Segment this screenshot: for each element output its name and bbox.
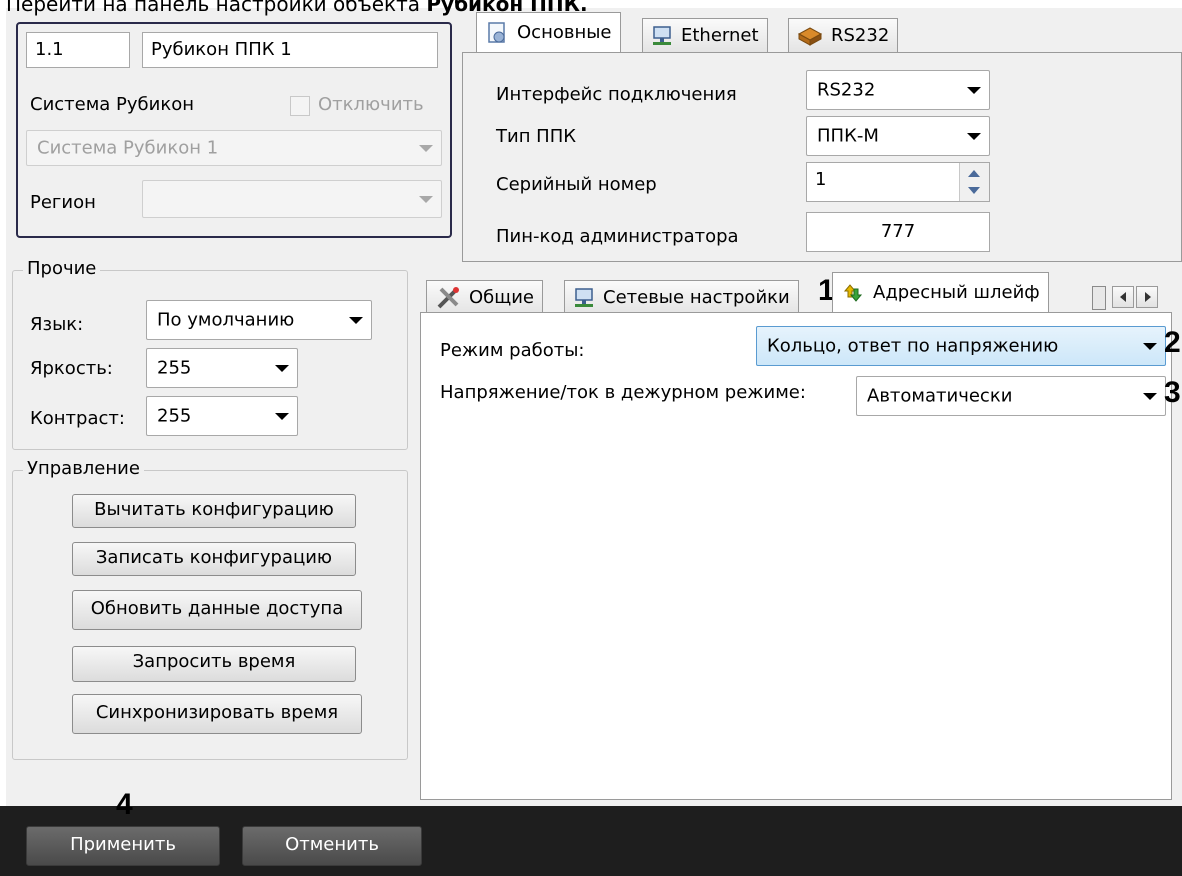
language-label: Язык: [30, 314, 84, 335]
serial-port-icon [797, 26, 823, 46]
ppk-type-select[interactable]: ППК-М [806, 116, 990, 156]
settings-page-icon [488, 21, 505, 43]
spin-down-icon [968, 187, 980, 194]
write-config-button[interactable]: Записать конфигурацию [72, 542, 356, 576]
apply-button[interactable]: Применить [26, 826, 220, 866]
mode-select[interactable]: Кольцо, ответ по напряжению [756, 326, 1166, 366]
brightness-select[interactable]: 255 [146, 348, 298, 388]
serial-label: Серийный номер [496, 174, 657, 195]
disable-label: Отключить [318, 94, 424, 115]
tools-icon [437, 286, 459, 308]
chevron-down-icon [349, 317, 363, 324]
region-label: Регион [30, 192, 96, 213]
network-icon [575, 287, 593, 307]
spin-up-icon [968, 170, 980, 177]
interface-select-value: RS232 [817, 79, 876, 101]
language-select-value: По умолчанию [157, 309, 295, 331]
ppk-type-select-value: ППК-М [817, 125, 879, 147]
tab-address-loop-label: Адресный шлейф [873, 282, 1040, 303]
language-select[interactable]: По умолчанию [146, 300, 372, 340]
other-group-title: Прочие [23, 258, 101, 279]
ppk-type-label: Тип ППК [496, 126, 577, 147]
tab-scroll-left-button[interactable] [1112, 286, 1134, 308]
contrast-label: Контраст: [30, 408, 125, 429]
mode-select-value: Кольцо, ответ по напряжению [767, 335, 1059, 357]
marker-2: 2 [1164, 326, 1181, 359]
update-access-button[interactable]: Обновить данные доступа [72, 590, 362, 630]
tab-rs232[interactable]: RS232 [788, 18, 899, 52]
chevron-down-icon [275, 365, 289, 372]
chevron-down-icon [419, 196, 433, 203]
system-label: Система Рубикон [30, 94, 195, 115]
tab-address-loop[interactable]: Адресный шлейф [832, 272, 1049, 312]
region-select [142, 180, 442, 218]
tab-rs232-label: RS232 [831, 25, 890, 46]
brightness-label: Яркость: [30, 358, 113, 379]
standby-label: Напряжение/ток в дежурном режиме: [440, 382, 806, 403]
tab-basic[interactable]: Основные [476, 12, 621, 52]
serial-number-value: 1 [815, 169, 827, 190]
tab-general[interactable]: Общие [426, 280, 543, 314]
chevron-down-icon [419, 145, 433, 152]
serial-number-input[interactable]: 1 [806, 162, 990, 202]
tab-ethernet-label: Ethernet [681, 25, 759, 46]
marker-3: 3 [1164, 376, 1181, 409]
settings-window: Перейти на панель настройки объекта Руби… [0, 0, 1182, 876]
read-config-button[interactable]: Вычитать конфигурацию [72, 494, 356, 528]
serial-spinner[interactable] [959, 163, 989, 201]
network-icon [653, 25, 671, 45]
tab-scroll-right-button[interactable] [1136, 286, 1158, 308]
sync-time-button[interactable]: Синхронизировать время [72, 694, 362, 734]
more-tabs-icon [1092, 286, 1106, 310]
address-loop-icon [843, 283, 863, 302]
standby-select-value: Автоматически [867, 385, 1013, 407]
pin-code-input[interactable]: 777 [806, 212, 990, 252]
control-group-title: Управление [23, 458, 144, 479]
system-select-value: Система Рубикон 1 [37, 137, 219, 159]
chevron-down-icon [967, 87, 981, 94]
chevron-down-icon [275, 413, 289, 420]
brightness-select-value: 255 [157, 357, 192, 379]
interface-select[interactable]: RS232 [806, 70, 990, 110]
object-name-field[interactable]: Рубикон ППК 1 [142, 32, 438, 68]
pin-label: Пин-код администратора [496, 226, 739, 247]
marker-4: 4 [116, 788, 133, 821]
mode-label: Режим работы: [440, 340, 585, 361]
contrast-select[interactable]: 255 [146, 396, 298, 436]
standby-select[interactable]: Автоматически [856, 376, 1166, 416]
request-time-button[interactable]: Запросить время [72, 646, 356, 682]
interface-label: Интерфейс подключения [496, 84, 737, 105]
cancel-button[interactable]: Отменить [242, 826, 422, 866]
chevron-down-icon [1143, 393, 1157, 400]
contrast-select-value: 255 [157, 405, 192, 427]
system-select: Система Рубикон 1 [26, 130, 442, 166]
arrow-right-icon [1145, 292, 1151, 302]
tab-ethernet[interactable]: Ethernet [642, 18, 768, 52]
tab-general-label: Общие [469, 287, 534, 308]
tab-basic-label: Основные [517, 22, 612, 43]
object-id-field[interactable]: 1.1 [26, 32, 130, 68]
tab-network-settings[interactable]: Сетевые настройки [564, 280, 799, 314]
tab-network-settings-label: Сетевые настройки [603, 287, 790, 308]
arrow-left-icon [1120, 292, 1126, 302]
chevron-down-icon [967, 133, 981, 140]
disable-checkbox[interactable] [290, 96, 310, 116]
caption-prefix: Перейти на панель настройки объекта [6, 0, 427, 16]
chevron-down-icon [1143, 343, 1157, 350]
